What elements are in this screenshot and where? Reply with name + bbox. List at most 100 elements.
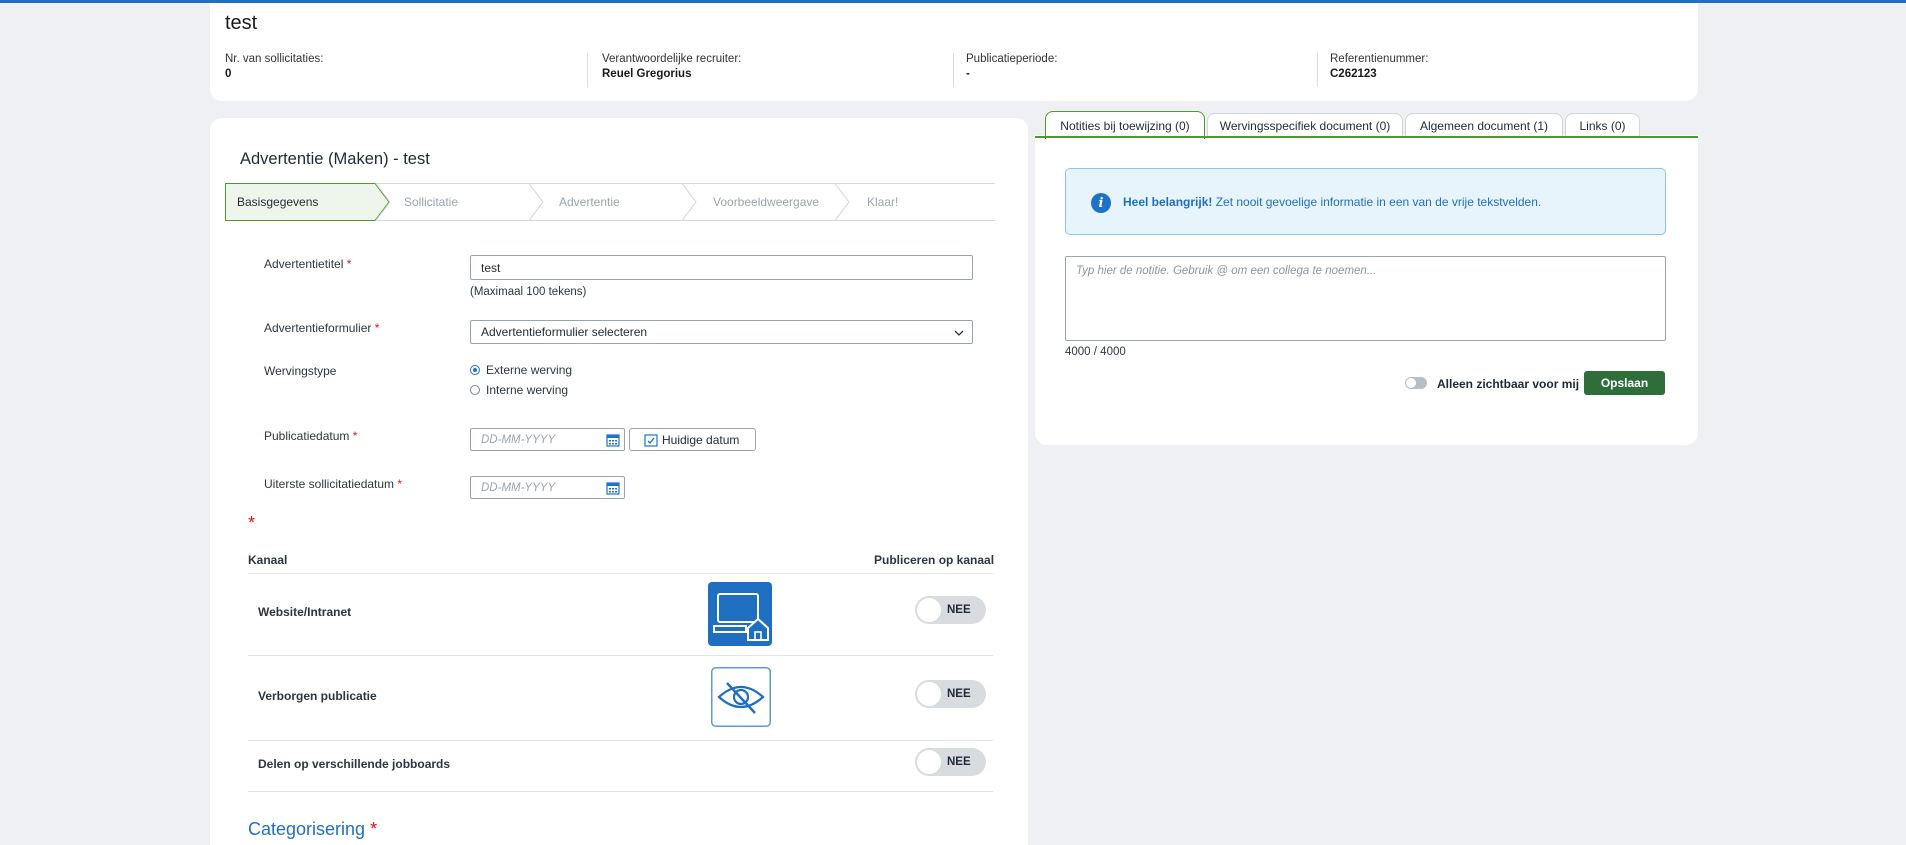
meta-value: Reuel Gregorius <box>602 68 692 80</box>
meta-label: Nr. van sollicitaties: <box>225 53 324 65</box>
meta-recruiter: Verantwoordelijke recruiter: Reuel Grego… <box>602 53 741 80</box>
deadline-label: Uiterste sollicitatiedatum * <box>264 477 402 491</box>
step-voorbeeldweergave[interactable]: Voorbeeldweergave <box>682 183 850 221</box>
tab-general-document[interactable]: Algemeen document (1) <box>1405 113 1563 137</box>
vacancy-title: test <box>225 12 258 34</box>
meta-value: 0 <box>225 68 232 80</box>
private-visibility-label: Alleen zichtbaar voor mij <box>1437 377 1580 391</box>
step-label: Voorbeeldweergave <box>713 195 820 209</box>
label-text: Uiterste sollicitatiedatum <box>264 477 395 491</box>
tab-notes[interactable]: Notities bij toewijzing (0) <box>1045 111 1205 139</box>
divider <box>248 740 993 741</box>
step-advertentie[interactable]: Advertentie <box>529 183 697 221</box>
radio-button[interactable] <box>470 385 480 395</box>
info-icon: i <box>1091 193 1111 213</box>
note-textarea[interactable]: Typ hier de notitie. Gebruik @ om een co… <box>1065 256 1666 341</box>
chevron-down-icon <box>954 330 964 336</box>
website-intranet-icon <box>708 582 772 646</box>
title-hint: (Maximaal 100 tekens) <box>470 286 587 298</box>
calendar-check-icon <box>644 433 658 447</box>
section-title-text: Categorisering <box>248 819 366 839</box>
divider <box>953 53 954 87</box>
meta-applications: Nr. van sollicitaties: 0 <box>225 53 323 80</box>
toggle-knob <box>917 750 941 774</box>
toggle-knob <box>917 598 941 622</box>
calendar-icon[interactable] <box>606 433 620 447</box>
channel-required-marker: * <box>248 513 256 533</box>
required-marker: * <box>346 257 352 271</box>
today-date-button[interactable]: Huidige datum <box>629 428 756 451</box>
vacancy-summary-card: test Nr. van sollicitaties: 0 Verantwoor… <box>210 3 1698 101</box>
toggle-knob <box>917 682 941 706</box>
note-placeholder: Typ hier de notitie. Gebruik @ om een co… <box>1076 265 1377 277</box>
meta-reference: Referentienummer: C262123 <box>1330 53 1428 80</box>
title-input[interactable]: test <box>470 255 973 280</box>
meta-value: C262123 <box>1330 68 1377 80</box>
page-title: Advertentie (Maken) - test <box>240 150 430 168</box>
step-basisgegevens[interactable]: Basisgegevens <box>225 183 390 221</box>
divider <box>1317 53 1318 87</box>
wizard-steps: Basisgegevens Sollicitatie Advertentie V… <box>225 183 995 221</box>
radio-external-recruitment[interactable]: Externe werving <box>470 363 572 377</box>
meta-label: Publicatieperiode: <box>966 53 1058 65</box>
advertisement-form-card: Advertentie (Maken) - test Basisgegevens… <box>210 118 1028 845</box>
date-placeholder: DD-MM-YYYY <box>481 433 556 446</box>
date-placeholder: DD-MM-YYYY <box>481 481 556 494</box>
calendar-icon[interactable] <box>606 481 620 495</box>
publish-column-header: Publiceren op kanaal <box>874 553 995 567</box>
required-marker: * <box>397 477 403 491</box>
tab-recruitment-document[interactable]: Wervingsspecifiek document (0) <box>1207 113 1403 137</box>
meta-label: Verantwoordelijke recruiter: <box>602 53 742 65</box>
channel-name: Website/Intranet <box>258 605 352 619</box>
character-counter: 4000 / 4000 <box>1065 346 1126 358</box>
step-label: Basisgegevens <box>237 195 319 209</box>
publish-toggle-hidden[interactable]: NEE <box>915 680 986 708</box>
meta-value: - <box>966 68 970 80</box>
save-button[interactable]: Opslaan <box>1584 371 1665 395</box>
hidden-eye-icon <box>711 667 771 727</box>
label-text: Advertentieformulier <box>264 321 372 335</box>
divider <box>587 53 588 87</box>
recruitment-type-label: Wervingstype <box>264 364 337 378</box>
tab-underline <box>1035 136 1698 138</box>
button-label: Huidige datum <box>662 432 740 447</box>
toggle-state: NEE <box>947 604 971 616</box>
radio-label: Externe werving <box>486 363 573 377</box>
select-value: Advertentieformulier selecteren <box>481 325 648 339</box>
divider <box>248 655 993 656</box>
channel-column-header: Kanaal <box>248 553 288 567</box>
radio-button[interactable] <box>470 365 480 375</box>
publish-toggle-jobboards[interactable]: NEE <box>915 748 986 776</box>
private-visibility-toggle[interactable] <box>1405 377 1427 389</box>
step-sollicitatie[interactable]: Sollicitatie <box>376 183 544 221</box>
publication-date-input[interactable]: DD-MM-YYYY <box>470 428 625 451</box>
form-select[interactable]: Advertentieformulier selecteren <box>470 320 973 344</box>
publish-toggle-website[interactable]: NEE <box>915 596 986 624</box>
form-label: Advertentieformulier * <box>264 321 379 335</box>
label-text: Publicatiedatum <box>264 429 350 443</box>
step-klaar[interactable]: Klaar! <box>835 183 995 221</box>
required-marker: * <box>374 321 380 335</box>
channel-name: Delen op verschillende jobboards <box>258 757 451 771</box>
info-emphasis: Heel belangrijk! <box>1123 195 1213 209</box>
channel-name: Verborgen publicatie <box>258 689 377 703</box>
toggle-state: NEE <box>947 688 971 700</box>
info-alert: i Heel belangrijk! Zet nooit gevoelige i… <box>1065 168 1666 235</box>
meta-publication-period: Publicatieperiode: - <box>966 53 1057 80</box>
title-label: Advertentietitel * <box>264 257 351 271</box>
info-message: Heel belangrijk! Zet nooit gevoelige inf… <box>1123 195 1541 209</box>
toggle-state: NEE <box>947 756 971 768</box>
step-label: Klaar! <box>867 195 899 209</box>
meta-label: Referentienummer: <box>1330 53 1429 65</box>
divider <box>248 573 993 574</box>
required-marker: * <box>352 429 358 443</box>
radio-internal-recruitment[interactable]: Interne werving <box>470 383 568 397</box>
publication-date-label: Publicatiedatum * <box>264 429 357 443</box>
deadline-date-input[interactable]: DD-MM-YYYY <box>470 476 625 499</box>
categorisation-title: Categorisering * <box>248 819 377 840</box>
label-text: Advertentietitel <box>264 257 344 271</box>
step-label: Advertentie <box>559 195 620 209</box>
info-body: Zet nooit gevoelige informatie in een va… <box>1212 195 1542 209</box>
step-label: Sollicitatie <box>404 195 459 209</box>
tab-links[interactable]: Links (0) <box>1565 113 1640 137</box>
